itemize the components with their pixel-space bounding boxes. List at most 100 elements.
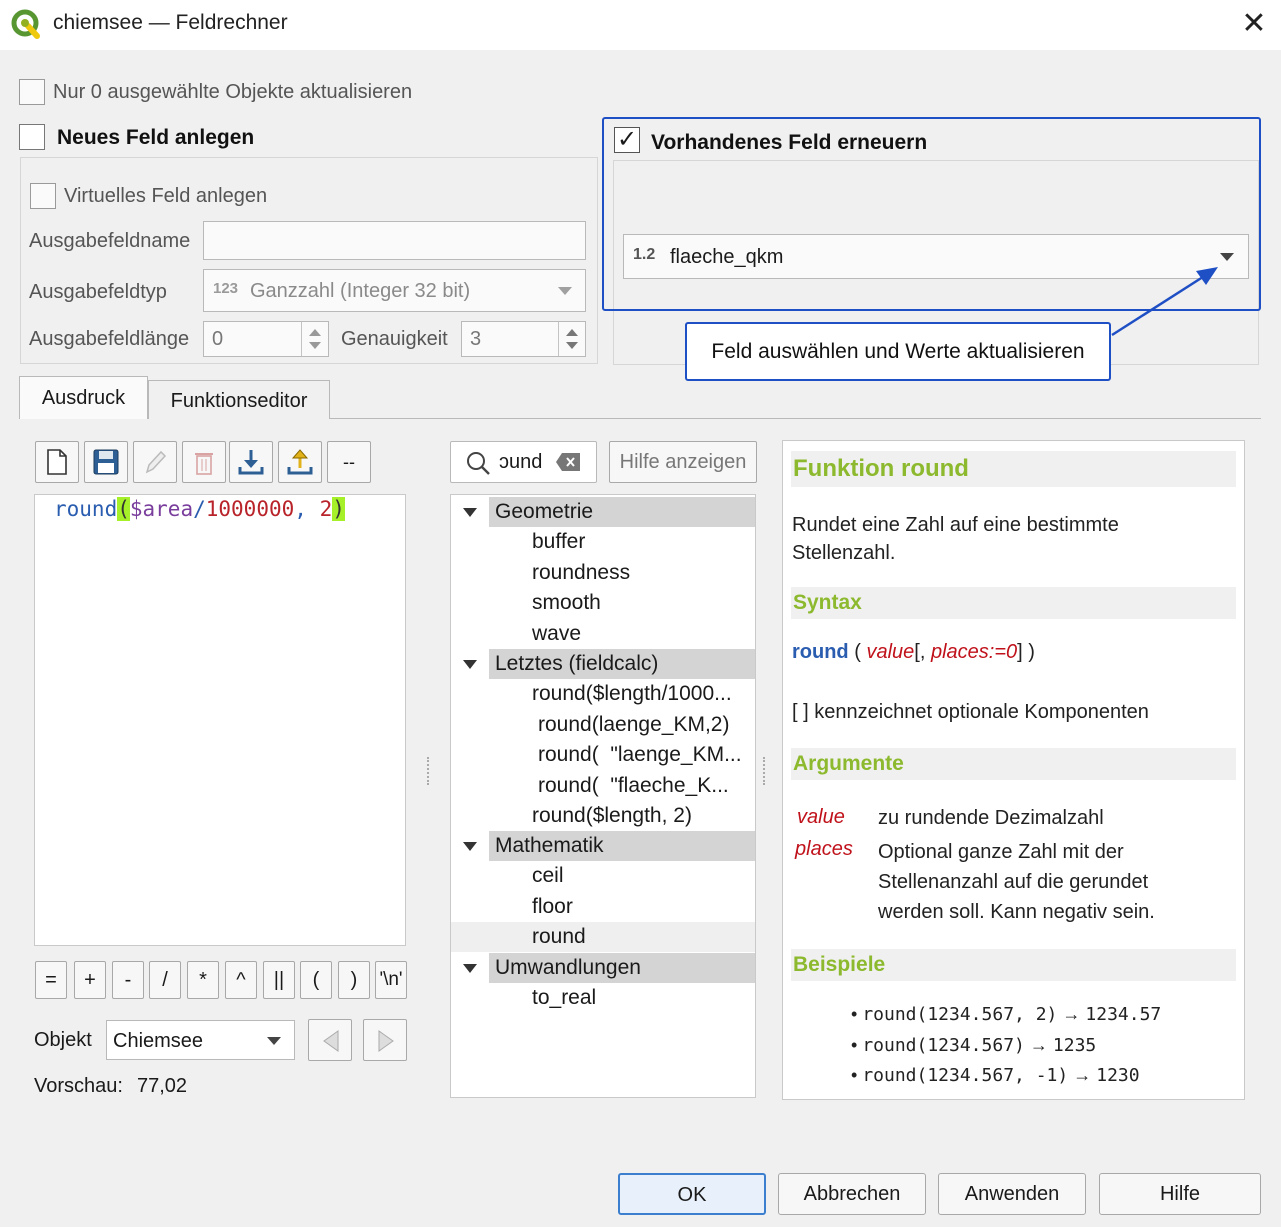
operator-divide-button[interactable]: / xyxy=(149,961,181,999)
expression-code[interactable]: round($area/1000000, 2) xyxy=(54,497,345,521)
spin-arrows-icon[interactable] xyxy=(558,322,585,356)
help-description: Rundet eine Zahl auf eine bestimmte Stel… xyxy=(792,514,1119,564)
code-variable: $area xyxy=(129,497,194,521)
operator-plus-button[interactable]: + xyxy=(74,961,106,999)
only-selected-checkbox[interactable] xyxy=(19,79,45,105)
tree-item-floor[interactable]: floor xyxy=(451,892,755,922)
chevron-down-icon[interactable] xyxy=(463,964,477,973)
precision-value: 3 xyxy=(470,328,482,350)
tree-item-smooth[interactable]: smooth xyxy=(451,588,755,618)
operator-open-paren-button[interactable]: ( xyxy=(300,961,332,999)
code-operator: / xyxy=(193,497,206,521)
arg-places-name: places xyxy=(795,838,853,860)
operator-minus-button[interactable]: - xyxy=(112,961,144,999)
spin-arrows-icon[interactable] xyxy=(301,322,328,356)
operator-power-button[interactable]: ^ xyxy=(225,961,257,999)
tree-item-to-real[interactable]: to_real xyxy=(451,983,755,1013)
output-type-select[interactable]: 123 Ganzzahl (Integer 32 bit) xyxy=(203,269,586,312)
tree-item-recent[interactable]: round( "laenge_KM... xyxy=(451,740,755,770)
output-length-value: 0 xyxy=(212,328,224,350)
tree-item-buffer[interactable]: buffer xyxy=(451,527,755,557)
splitter-handle[interactable] xyxy=(763,757,765,785)
previous-feature-button[interactable] xyxy=(308,1019,352,1061)
arrow-right-icon xyxy=(378,1030,394,1052)
tree-item-label: round xyxy=(532,925,586,948)
tab-expression[interactable]: Ausdruck xyxy=(19,376,148,419)
import-icon[interactable] xyxy=(229,441,273,483)
code-open-paren: ( xyxy=(117,497,130,521)
example-item: • round(1234.567, 2) → 1234.57 xyxy=(851,1004,1162,1025)
operator-newline-button[interactable]: '\n' xyxy=(375,961,407,999)
chevron-down-icon xyxy=(267,1037,281,1045)
output-name-input[interactable] xyxy=(203,221,586,260)
tree-item-recent[interactable]: round( "flaeche_K... xyxy=(451,771,755,801)
close-icon[interactable]: ✕ xyxy=(1238,6,1270,42)
operator-multiply-button[interactable]: * xyxy=(187,961,219,999)
delete-icon[interactable] xyxy=(182,441,226,483)
tree-group-label: Geometrie xyxy=(495,500,594,523)
function-tree[interactable]: Geometrie buffer roundness smooth wave L… xyxy=(450,494,756,1098)
only-selected-label: Nur 0 ausgewählte Objekte aktualisieren xyxy=(53,81,413,103)
tree-group-geometrie[interactable]: Geometrie xyxy=(451,497,755,527)
operator-equals-button[interactable]: = xyxy=(35,961,67,999)
output-length-spinbox[interactable]: 0 xyxy=(203,321,329,357)
example-code: round(1234.567) xyxy=(862,1035,1025,1056)
arg-value-description: zu rundende Dezimalzahl xyxy=(878,807,1104,829)
virtual-field-label: Virtuelles Feld anlegen xyxy=(64,185,268,207)
comment-button[interactable]: -- xyxy=(327,441,371,483)
show-help-button[interactable]: Hilfe anzeigen xyxy=(609,441,757,483)
splitter-handle[interactable] xyxy=(427,757,429,785)
example-result: 1235 xyxy=(1052,1035,1097,1056)
export-icon[interactable] xyxy=(278,441,322,483)
save-icon[interactable] xyxy=(84,441,128,483)
update-existing-checkbox[interactable]: ✓ xyxy=(614,127,640,153)
object-label: Objekt xyxy=(34,1029,92,1051)
tree-group-recent[interactable]: Letztes (fieldcalc) xyxy=(451,649,755,679)
tree-item-round-selected[interactable]: round xyxy=(451,922,755,952)
cancel-button[interactable]: Abbrechen xyxy=(778,1173,926,1215)
tree-item-label: wave xyxy=(532,622,582,645)
code-comma: , xyxy=(294,497,320,521)
function-search-input[interactable]: ɔund xyxy=(450,441,597,483)
example-item: • round(1234.567, -1) → 1230 xyxy=(851,1065,1140,1086)
new-file-icon[interactable] xyxy=(35,441,79,483)
chevron-down-icon[interactable] xyxy=(463,842,477,851)
title-bar: chiemsee — Feldrechner ✕ xyxy=(0,0,1281,50)
precision-spinbox[interactable]: 3 xyxy=(461,321,586,357)
code-function: round xyxy=(54,497,118,521)
tree-item-wave[interactable]: wave xyxy=(451,619,755,649)
tree-group-mathematik[interactable]: Mathematik xyxy=(451,831,755,861)
chevron-down-icon xyxy=(558,287,572,295)
clear-search-icon[interactable] xyxy=(555,452,581,472)
operator-concat-button[interactable]: || xyxy=(263,961,295,999)
tree-item-roundness[interactable]: roundness xyxy=(451,558,755,588)
virtual-field-checkbox[interactable] xyxy=(30,183,56,209)
edit-icon[interactable] xyxy=(133,441,177,483)
chevron-down-icon[interactable] xyxy=(463,660,477,669)
arg-places-description: Optional ganze Zahl mit der Stellenanzah… xyxy=(878,841,1155,923)
new-field-checkbox[interactable] xyxy=(19,124,45,150)
callout-box: Feld auswählen und Werte aktualisieren xyxy=(685,322,1111,381)
tree-item-recent[interactable]: round($length, 2) xyxy=(451,801,755,831)
tree-group-umwandlungen[interactable]: Umwandlungen xyxy=(451,953,755,983)
tree-group-label: Letztes (fieldcalc) xyxy=(495,652,659,675)
tab-function-editor[interactable]: Funktionseditor xyxy=(148,380,330,419)
update-existing-label: Vorhandenes Feld erneuern xyxy=(651,131,928,154)
integer-type-icon: 123 xyxy=(213,280,239,297)
operator-close-paren-button[interactable]: ) xyxy=(338,961,370,999)
tree-item-recent[interactable]: round($length/1000... xyxy=(451,679,755,709)
chevron-down-icon[interactable] xyxy=(463,508,477,517)
tree-item-ceil[interactable]: ceil xyxy=(451,861,755,891)
tree-item-recent[interactable]: round(laenge_KM,2) xyxy=(451,710,755,740)
object-value: Chiemsee xyxy=(113,1030,204,1052)
ok-button[interactable]: OK xyxy=(618,1173,766,1215)
apply-button[interactable]: Anwenden xyxy=(938,1173,1086,1215)
tree-item-label: to_real xyxy=(532,986,597,1009)
expression-editor[interactable] xyxy=(34,494,406,946)
preview-label: Vorschau: xyxy=(34,1075,123,1097)
tree-item-label: round(laenge_KM,2) xyxy=(538,713,730,736)
next-feature-button[interactable] xyxy=(363,1019,407,1061)
help-button[interactable]: Hilfe xyxy=(1099,1173,1261,1215)
tree-item-label: ceil xyxy=(532,864,564,887)
object-select[interactable]: Chiemsee xyxy=(106,1020,295,1060)
